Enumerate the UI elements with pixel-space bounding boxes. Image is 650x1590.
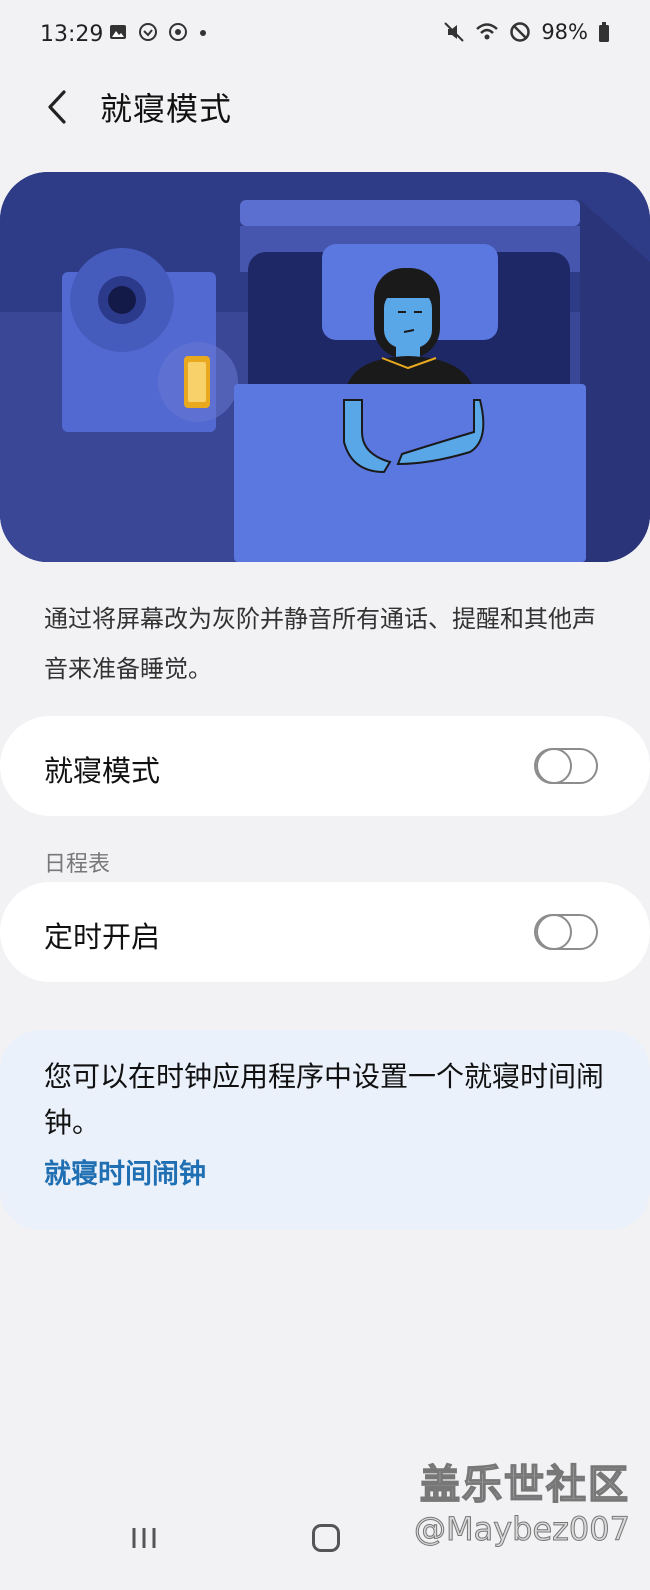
- bedtime-description: 通过将屏幕改为灰阶并静音所有通话、提醒和其他声音来准备睡觉。: [44, 605, 596, 683]
- bedtime-alarm-link[interactable]: 就寝时间闹钟: [44, 1152, 206, 1191]
- dot-icon: [200, 30, 206, 36]
- do-not-disturb-icon: [510, 22, 531, 42]
- switch-knob: [536, 748, 572, 784]
- page-title: 就寝模式: [100, 90, 233, 128]
- chevron-left-icon[interactable]: [40, 86, 76, 128]
- scheduled-on-label: 定时开启: [44, 920, 161, 954]
- scheduled-on-row[interactable]: 定时开启: [0, 882, 650, 982]
- recent-apps-icon[interactable]: [130, 1524, 158, 1552]
- alarm-info-text: 您可以在时钟应用程序中设置一个就寝时间闹钟。: [44, 1060, 605, 1139]
- battery-percent: 98%: [541, 20, 588, 44]
- status-time: 13:29: [40, 22, 104, 47]
- gallery-icon: [110, 25, 126, 39]
- bedtime-illustration: [0, 172, 650, 562]
- mute-icon: [444, 22, 465, 42]
- bedtime-mode-row[interactable]: 就寝模式: [0, 716, 650, 816]
- scheduled-on-switch[interactable]: [534, 914, 598, 950]
- home-icon[interactable]: [312, 1524, 340, 1552]
- sync-app-icon: [169, 23, 187, 41]
- schedule-section-label: 日程表: [44, 852, 111, 877]
- notification-icons: [108, 22, 208, 42]
- wifi-icon: [476, 23, 499, 40]
- bedtime-mode-switch[interactable]: [534, 748, 598, 784]
- alarm-info-card: 您可以在时钟应用程序中设置一个就寝时间闹钟。 就寝时间闹钟: [0, 1030, 650, 1230]
- navigation-bar: [0, 1510, 650, 1590]
- switch-knob: [536, 914, 572, 950]
- app-header: 就寝模式: [0, 72, 650, 142]
- sleeping-person-image: [0, 172, 650, 562]
- bedtime-mode-label: 就寝模式: [44, 754, 161, 788]
- messenger-icon: [139, 23, 157, 41]
- battery-icon: [599, 22, 609, 42]
- status-bar: 13:29 98%: [0, 0, 650, 72]
- system-icons: 98%: [443, 20, 610, 44]
- watermark-community: 盖乐世社区: [419, 1461, 630, 1509]
